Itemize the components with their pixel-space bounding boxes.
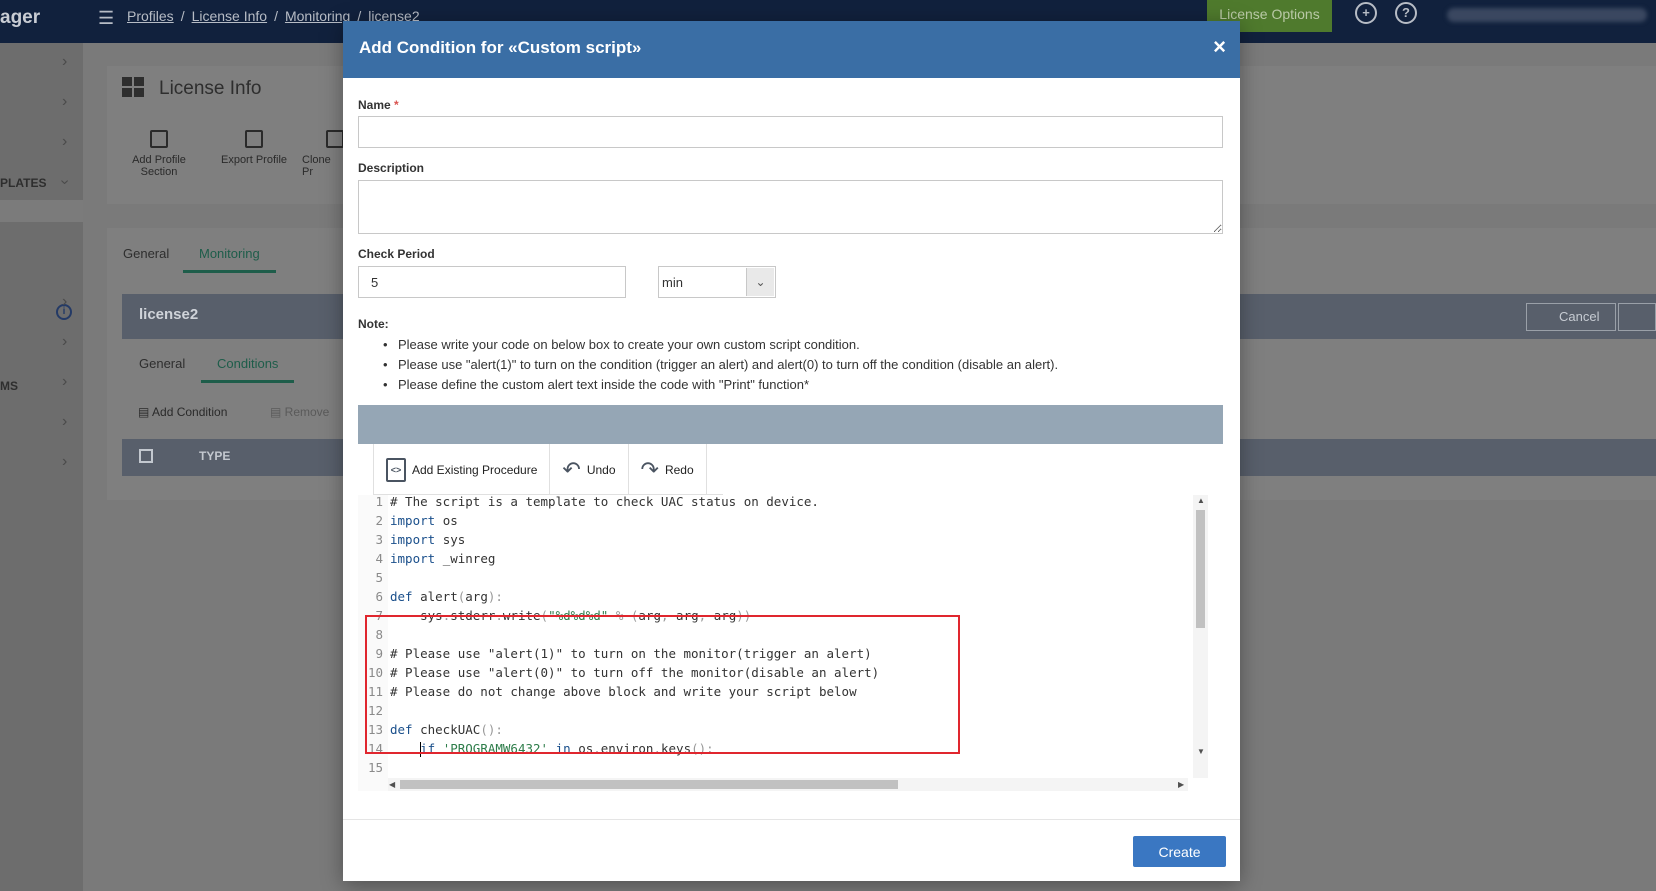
save-button[interactable] — [1618, 303, 1656, 331]
name-label: Name * — [358, 98, 399, 112]
add-section-icon — [150, 130, 168, 148]
chevron-right-icon[interactable]: › — [62, 293, 67, 311]
breadcrumb-profiles[interactable]: Profiles — [127, 8, 174, 24]
create-button[interactable]: Create — [1133, 836, 1226, 867]
add-condition-dialog: Add Condition for «Custom script» × Name… — [343, 21, 1240, 881]
subtab-general[interactable]: General — [139, 356, 185, 371]
remove-button[interactable]: ▤ Remove — [270, 405, 329, 419]
period-unit-select[interactable]: min ⌄ — [658, 266, 776, 298]
sidebar-section-band — [0, 200, 83, 222]
hamburger-menu-icon[interactable]: ☰ — [98, 8, 114, 29]
scroll-left-arrow-icon[interactable]: ◀ — [389, 780, 395, 789]
undo-arrow-icon: ↶ — [562, 456, 581, 482]
highlighted-template-block — [365, 615, 960, 754]
name-input[interactable] — [358, 116, 1223, 148]
code-line: 1 # The script is a template to check UAC… — [375, 495, 819, 509]
redo-arrow-icon: ↷ — [640, 456, 659, 482]
note-label: Note: — [358, 317, 389, 331]
page-title: License Info — [159, 78, 262, 99]
dialog-header: Add Condition for «Custom script» × — [343, 21, 1240, 78]
chevron-right-icon[interactable]: › — [62, 53, 67, 71]
clone-icon — [326, 130, 344, 148]
breadcrumb-monitoring[interactable]: Monitoring — [285, 8, 350, 24]
note-item: Please use "alert(1)" to turn on the con… — [383, 357, 1058, 377]
required-marker: * — [394, 98, 399, 112]
description-label: Description — [358, 161, 425, 175]
help-icon[interactable]: ? — [1395, 2, 1417, 24]
clone-profile-button[interactable]: Clone Pr — [302, 130, 344, 178]
select-all-checkbox[interactable] — [139, 449, 153, 463]
editor-header-bar — [358, 405, 1223, 444]
add-existing-procedure-button[interactable]: <> Add Existing Procedure — [373, 444, 551, 495]
redo-button[interactable]: ↷ Redo — [629, 444, 707, 495]
windows-logo-icon — [122, 77, 144, 97]
horizontal-scrollbar[interactable]: ◀ ▶ — [388, 778, 1188, 791]
scroll-up-arrow-icon[interactable]: ▲ — [1197, 496, 1205, 505]
item-title: license2 — [139, 306, 199, 323]
chevron-right-icon[interactable]: › — [62, 93, 67, 111]
sidebar-label-templates[interactable]: PLATES — [0, 176, 46, 190]
code-line: 5 — [375, 570, 383, 585]
app-title: ager — [0, 7, 41, 28]
check-period-input[interactable] — [358, 266, 626, 298]
add-condition-button[interactable]: ▤ Add Condition — [138, 405, 227, 419]
description-textarea[interactable] — [358, 180, 1223, 234]
note-item: Please define the custom alert text insi… — [383, 377, 1058, 397]
close-icon[interactable]: × — [1213, 36, 1226, 58]
vertical-scroll-thumb[interactable] — [1196, 510, 1205, 628]
note-item: Please write your code on below box to c… — [383, 337, 1058, 357]
breadcrumb-license-info[interactable]: License Info — [192, 8, 268, 24]
cancel-button[interactable]: Cancel — [1526, 303, 1616, 331]
subtab-conditions[interactable]: Conditions — [201, 356, 295, 383]
undo-button[interactable]: ↶ Undo — [550, 444, 629, 495]
code-document-icon: <> — [386, 457, 406, 482]
add-circle-icon[interactable]: + — [1355, 2, 1377, 24]
tab-monitoring[interactable]: Monitoring — [183, 246, 276, 273]
sidebar-label-items[interactable]: MS — [0, 379, 18, 393]
chevron-right-icon[interactable]: › — [62, 333, 67, 351]
dialog-title: Add Condition for «Custom script» — [359, 38, 642, 57]
note-list: Please write your code on below box to c… — [383, 337, 1058, 397]
sidebar: › › › PLATES › i › › MS › › › — [0, 43, 83, 891]
check-period-label: Check Period — [358, 247, 435, 261]
chevron-right-icon[interactable]: › — [62, 133, 67, 151]
tab-general[interactable]: General — [123, 246, 169, 261]
code-line: 3 import sys — [375, 532, 466, 547]
user-account-menu[interactable] — [1447, 8, 1647, 22]
chevron-right-icon[interactable]: › — [62, 413, 67, 431]
scroll-down-arrow-icon[interactable]: ▼ — [1197, 747, 1205, 756]
code-line: 6 def alert(arg): — [375, 589, 503, 604]
code-line: 15 — [367, 760, 383, 775]
vertical-scrollbar[interactable]: ▲ ▼ — [1193, 495, 1208, 778]
period-unit-value: min — [662, 275, 683, 290]
horizontal-scroll-thumb[interactable] — [400, 780, 898, 789]
footer-divider — [343, 819, 1240, 820]
code-line: 4 import _winreg — [375, 551, 496, 566]
code-line: 2 import os — [375, 513, 458, 528]
chevron-down-icon[interactable]: › — [56, 179, 74, 184]
chevron-right-icon[interactable]: › — [62, 453, 67, 471]
export-icon — [245, 130, 263, 148]
add-profile-section-button[interactable]: Add Profile Section — [127, 130, 191, 178]
chevron-down-icon[interactable]: ⌄ — [746, 268, 774, 296]
chevron-right-icon[interactable]: › — [62, 373, 67, 391]
editor-toolbar: <> Add Existing Procedure ↶ Undo ↷ Redo — [373, 444, 723, 495]
column-header-type: TYPE — [199, 449, 231, 463]
export-profile-button[interactable]: Export Profile — [218, 130, 290, 166]
scroll-right-arrow-icon[interactable]: ▶ — [1178, 780, 1184, 789]
